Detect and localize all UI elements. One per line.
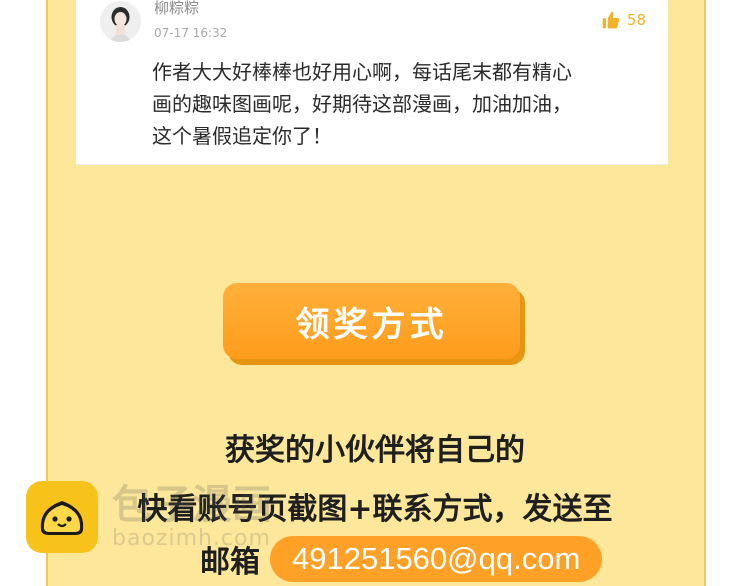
claim-prize-button[interactable]: 领奖方式 [223,283,520,359]
watermark-title: 包子漫画 [112,481,272,528]
avatar[interactable] [100,1,141,42]
comment-line: 画的趣味图画呢，好期待这部漫画，加油加油， [152,92,572,116]
instruction-line-1: 获奖的小伙伴将自己的 [225,433,525,468]
email-address[interactable]: 491251560@qq.com [270,536,603,582]
watermark-url: baozimh.com [112,525,271,551]
comment-card: 柳粽粽 07-17 16:32 58 作者大大好棒棒也好用心啊，每话尾末都有精心… [76,0,668,165]
comment-timestamp: 07-17 16:32 [154,26,228,40]
comment-body: 作者大大好棒棒也好用心啊，每话尾末都有精心 画的趣味图画呢，好期待这部漫画，加油… [152,56,652,152]
like-button[interactable]: 58 [601,10,646,30]
thumbs-up-icon [602,11,619,29]
comment-line: 作者大大好棒棒也好用心啊，每话尾末都有精心 [152,60,572,84]
bun-logo-icon [26,481,98,553]
comment-username[interactable]: 柳粽粽 [154,0,199,18]
watermark-text: 包子漫画 baozimh.com [112,484,272,551]
watermark: 包子漫画 baozimh.com [26,481,272,553]
avatar-girl-icon [100,1,141,42]
like-count: 58 [626,11,646,29]
comment-line: 这个暑假追定你了！ [152,124,332,148]
